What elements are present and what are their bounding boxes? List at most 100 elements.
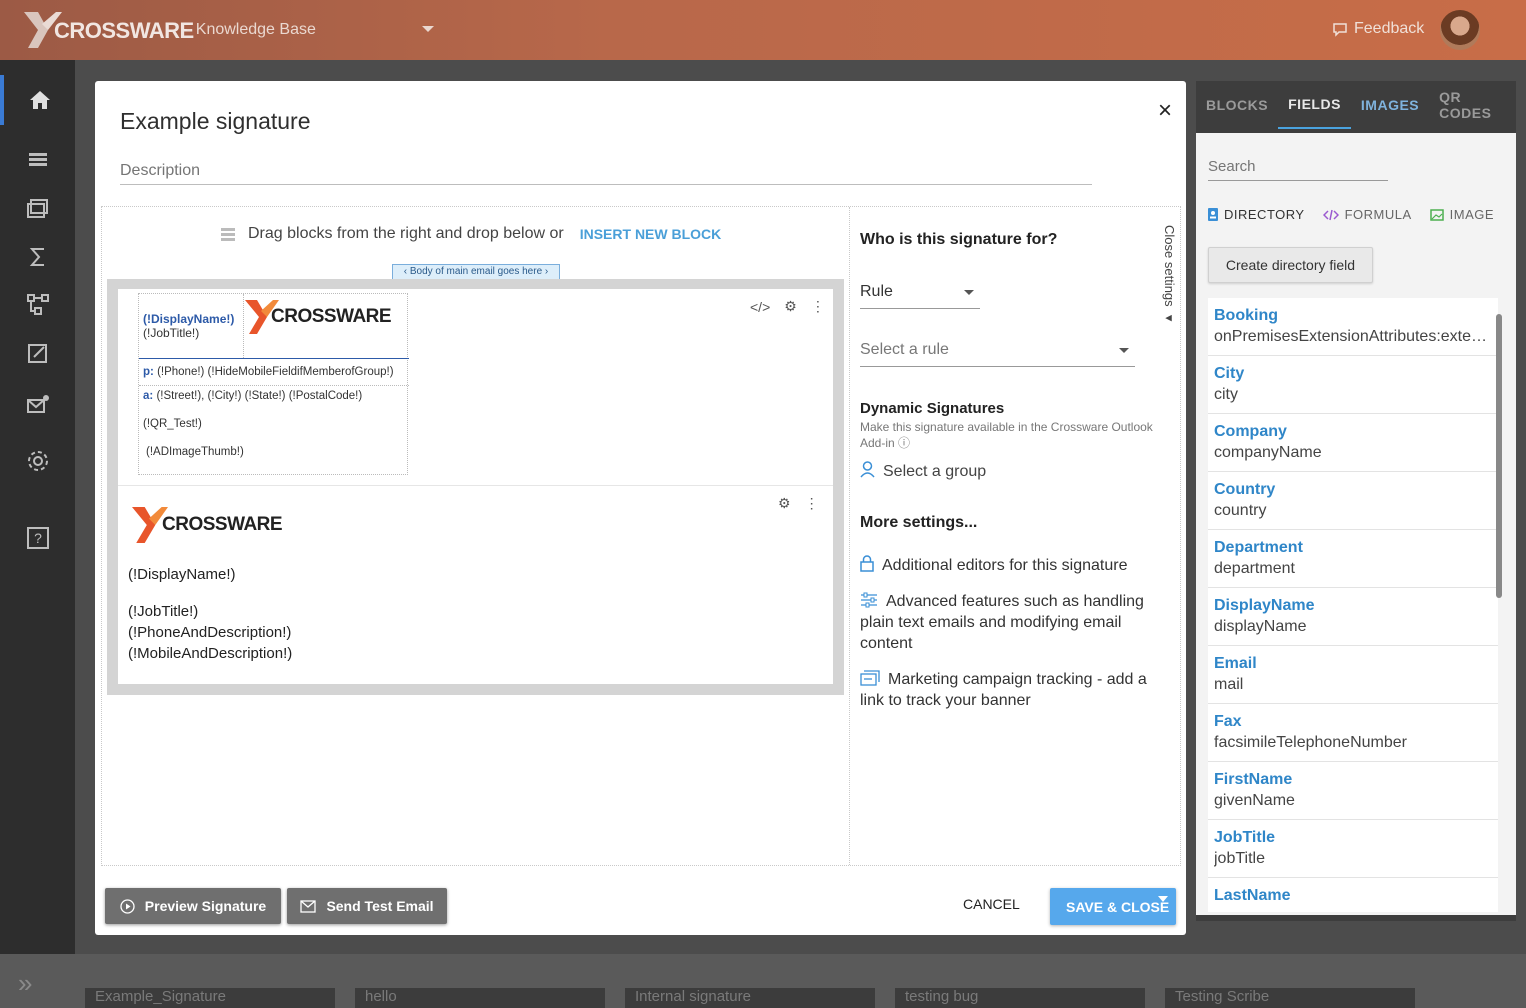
- top-bar: CROSSWARE - Knowledge Base Feedback: [0, 0, 1526, 60]
- scrollbar-thumb[interactable]: [1496, 314, 1502, 598]
- blocks-fields-panel: BLOCKS FIELDS IMAGES QR CODES DIRECTORY …: [1196, 81, 1516, 921]
- subtab-directory-label: DIRECTORY: [1224, 207, 1305, 222]
- background-card: Example_Signature: [85, 988, 335, 1008]
- signature-block[interactable]: </> ⚙ ⋮ (!DisplayName!) (!JobTitle!) CRO…: [118, 289, 833, 485]
- send-test-email-button[interactable]: Send Test Email: [287, 888, 447, 924]
- feedback-link[interactable]: Feedback: [1332, 20, 1424, 38]
- crossware-logo[interactable]: CROSSWARE: [22, 10, 194, 50]
- contact-card-icon: [1208, 208, 1218, 221]
- chevron-down-icon[interactable]: [422, 26, 434, 32]
- address-row: a: (!Street!), (!City!) (!State!) (!Post…: [143, 390, 362, 402]
- rule-type-select[interactable]: Rule: [860, 283, 980, 309]
- sigma-icon: [29, 248, 44, 266]
- block-toolbar: </> ⚙ ⋮: [750, 298, 825, 315]
- address-prefix: a:: [143, 390, 154, 402]
- description-input[interactable]: [120, 158, 1092, 185]
- list-item[interactable]: Company companyName: [1208, 414, 1498, 472]
- nav-mail-settings[interactable]: [0, 380, 75, 430]
- images-icon: [26, 199, 48, 218]
- additional-editors-option[interactable]: Additional editors for this signature: [860, 555, 1160, 576]
- close-icon[interactable]: ×: [1155, 99, 1175, 123]
- nav-settings[interactable]: [0, 436, 75, 486]
- list-item[interactable]: Fax facsimileTelephoneNumber: [1208, 704, 1498, 762]
- qr-row: (!QR_Test!): [143, 418, 202, 430]
- nav-images[interactable]: [0, 183, 75, 233]
- list-item[interactable]: DisplayName displayName: [1208, 588, 1498, 646]
- list-item[interactable]: Booking onPremisesExtensionAttributes:ext…: [1208, 298, 1498, 356]
- more-vertical-icon[interactable]: ⋮: [805, 495, 819, 512]
- user-avatar[interactable]: [1440, 10, 1480, 50]
- job-title-field: (!JobTitle!): [128, 603, 199, 620]
- gear-icon[interactable]: ⚙: [778, 495, 791, 512]
- subtab-formula[interactable]: FORMULA: [1322, 207, 1412, 222]
- more-vertical-icon[interactable]: ⋮: [811, 298, 825, 315]
- code-icon[interactable]: </>: [750, 299, 770, 315]
- more-settings-heading: More settings...: [860, 514, 978, 531]
- list-item[interactable]: LastName surname: [1208, 878, 1498, 912]
- list-item[interactable]: JobTitle jobTitle: [1208, 820, 1498, 878]
- cancel-button[interactable]: CANCEL: [963, 896, 1020, 912]
- nav-signatures[interactable]: [0, 135, 75, 185]
- list-item[interactable]: Email mail: [1208, 646, 1498, 704]
- nav-rules[interactable]: [0, 279, 75, 329]
- field-attribute: mail: [1214, 676, 1244, 693]
- signature-block[interactable]: ⚙ ⋮ CROSSWARE (!DisplayName!) (!JobTitle…: [118, 485, 833, 684]
- subtab-directory[interactable]: DIRECTORY: [1208, 207, 1305, 222]
- create-directory-field-button[interactable]: Create directory field: [1208, 247, 1373, 283]
- blocks-container: </> ⚙ ⋮ (!DisplayName!) (!JobTitle!) CRO…: [107, 279, 844, 695]
- subtab-image[interactable]: IMAGE: [1429, 207, 1494, 222]
- fields-scrollbar[interactable]: [1496, 302, 1502, 910]
- gear-icon[interactable]: ⚙: [784, 298, 797, 315]
- nav-home[interactable]: [0, 75, 75, 125]
- tab-fields[interactable]: FIELDS: [1278, 81, 1351, 129]
- select-group-button[interactable]: Select a group: [860, 461, 1160, 482]
- field-name: Fax: [1214, 713, 1242, 730]
- close-settings-toggle[interactable]: Close settings ◂: [1162, 225, 1177, 325]
- list-item[interactable]: Country country: [1208, 472, 1498, 530]
- close-settings-label: Close settings: [1162, 225, 1177, 307]
- email-body-placeholder: ‹ Body of main email goes here ›: [392, 264, 560, 280]
- send-test-email-label: Send Test Email: [326, 898, 434, 914]
- subtab-formula-label: FORMULA: [1344, 207, 1412, 222]
- list-item[interactable]: FirstName givenName: [1208, 762, 1498, 820]
- nav-help[interactable]: ?: [0, 513, 75, 563]
- image-icon: [1429, 208, 1444, 221]
- mail-icon: [300, 899, 317, 913]
- svg-text:?: ?: [34, 530, 42, 546]
- tab-blocks[interactable]: BLOCKS: [1196, 81, 1278, 129]
- nav-formulas[interactable]: [0, 232, 75, 282]
- chat-bubble-icon: [1333, 23, 1347, 37]
- marketing-tracking-option[interactable]: Marketing campaign tracking - add a link…: [860, 669, 1160, 711]
- background-card: testing bug: [895, 988, 1145, 1008]
- chevron-down-icon[interactable]: [1158, 896, 1168, 902]
- advanced-features-option[interactable]: Advanced features such as handling plain…: [860, 591, 1160, 654]
- search-input[interactable]: [1208, 153, 1388, 181]
- preview-signature-button[interactable]: Preview Signature: [105, 888, 281, 924]
- insert-new-block-link[interactable]: INSERT NEW BLOCK: [580, 226, 722, 242]
- save-and-close-button[interactable]: SAVE & CLOSE: [1050, 888, 1176, 925]
- field-name: JobTitle: [1214, 829, 1276, 846]
- field-attribute: jobTitle: [1214, 850, 1265, 867]
- phone-prefix: p:: [143, 366, 154, 378]
- field-name: City: [1214, 365, 1245, 382]
- code-icon: [1322, 209, 1339, 220]
- tab-qr-codes[interactable]: QR CODES: [1429, 81, 1516, 129]
- tab-images[interactable]: IMAGES: [1351, 81, 1429, 129]
- list-item[interactable]: Department department: [1208, 530, 1498, 588]
- chevron-down-icon: [1119, 348, 1129, 353]
- signature-table: (!DisplayName!) (!JobTitle!) CROSSWARE p…: [138, 293, 409, 475]
- job-title-field: (!JobTitle!): [143, 326, 200, 340]
- list-item[interactable]: City city: [1208, 356, 1498, 414]
- left-navigation: ? »: [0, 60, 75, 998]
- crossware-logo: CROSSWARE: [132, 506, 283, 544]
- campaign-icon: [860, 670, 880, 686]
- expand-nav-icon[interactable]: »: [18, 968, 32, 999]
- nav-editor[interactable]: [0, 328, 75, 378]
- background-card: hello: [355, 988, 605, 1008]
- background-card: Internal signature: [625, 988, 875, 1008]
- field-name: LastName: [1214, 887, 1291, 904]
- display-name-field: (!DisplayName!): [143, 312, 235, 326]
- rule-select[interactable]: Select a rule: [860, 341, 1135, 367]
- play-circle-icon: [120, 898, 135, 914]
- workflow-icon: [26, 294, 49, 315]
